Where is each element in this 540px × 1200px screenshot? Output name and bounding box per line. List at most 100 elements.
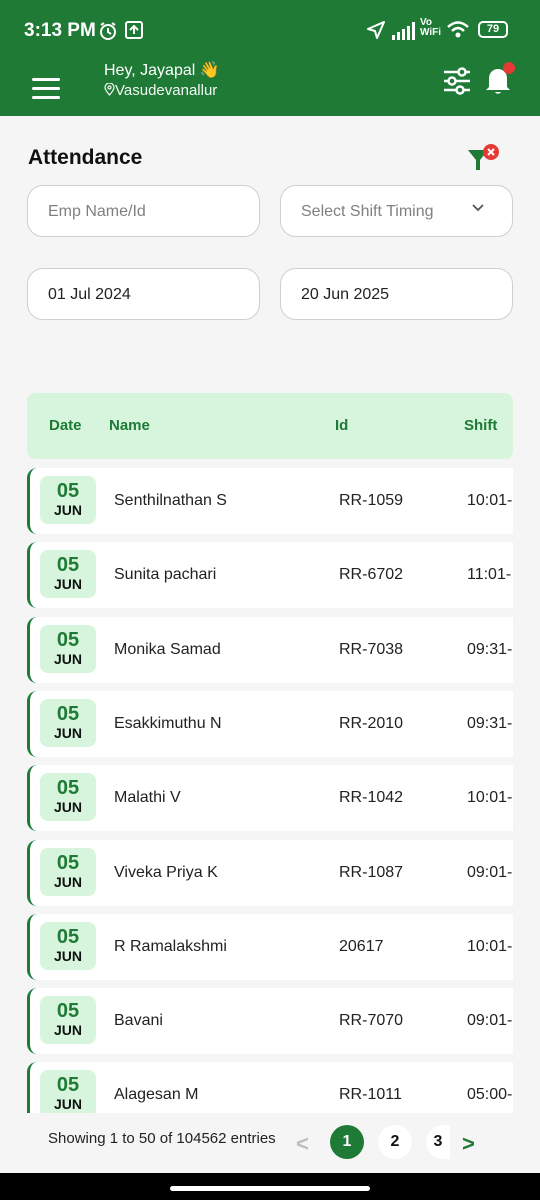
date-day: 05 — [56, 851, 80, 874]
date-month: JUN — [53, 799, 82, 816]
employee-name: Bavani — [114, 1012, 163, 1030]
date-day: 05 — [56, 554, 80, 577]
greeting-text: Hey, Jayapal 👋 — [104, 62, 220, 79]
header-id: Id — [335, 417, 349, 434]
status-bar: 3:13 PM Vo WiFi 79 — [0, 0, 540, 60]
shift-time: 09:01- — [467, 863, 513, 881]
to-date-field[interactable]: 20 Jun 2025 — [280, 268, 513, 320]
date-month: JUN — [53, 724, 82, 741]
date-month: JUN — [53, 502, 82, 518]
employee-name: Esakkimuthu N — [114, 714, 222, 732]
employee-id: RR-7070 — [339, 1012, 404, 1030]
attendance-list[interactable]: 05 JUN Senthilnathan S RR-1059 10:01- 05 JUN Su… — [0, 440, 513, 1113]
shift-time: 10:01- — [467, 492, 513, 509]
table-row[interactable]: 05 JUN Viveka Priya K RR-1087 09:01- — [27, 839, 513, 906]
pagination-footer: Showing 1 to 50 of 104562 entries < 1 2 … — [0, 1113, 540, 1173]
employee-id: RR-1042 — [339, 789, 404, 807]
table-row[interactable]: 05 JUN Esakkimuthu N RR-2010 09:31- — [27, 690, 513, 757]
employee-id: RR-7038 — [339, 640, 404, 658]
date-badge: 05 JUN — [40, 476, 96, 524]
date-badge: 05 JUN — [40, 996, 96, 1045]
emp-search-placeholder: Emp Name/Id — [48, 203, 146, 220]
date-day: 05 — [56, 480, 80, 502]
header-name: Name — [109, 417, 150, 434]
location-name: Vasudevanallur — [115, 82, 218, 99]
shift-time: 10:01- — [467, 937, 513, 955]
shift-time: 05:00- — [467, 1086, 513, 1104]
shift-timing-placeholder: Select Shift Timing — [301, 203, 434, 220]
app-bar: Hey, Jayapal 👋 Vasudevanallur — [0, 60, 540, 116]
from-date-value: 01 Jul 2024 — [48, 286, 131, 303]
chevron-down-icon — [472, 204, 484, 212]
battery-level: 79 — [486, 23, 500, 35]
date-day: 05 — [56, 628, 80, 651]
table-row[interactable]: 05 JUN R Ramalakshmi 20617 10:01- — [27, 913, 513, 980]
shift-time: 09:01- — [467, 1012, 513, 1030]
next-page-button[interactable]: > — [462, 1131, 475, 1157]
shift-time: 10:01- — [467, 789, 513, 807]
date-badge: 05 JUN — [40, 921, 96, 970]
date-month: JUN — [53, 1096, 82, 1113]
signal-icon — [392, 22, 415, 40]
page-title: Attendance — [28, 146, 143, 169]
date-badge: 05 JUN — [40, 773, 96, 822]
wifi-icon — [447, 21, 469, 38]
prev-page-button[interactable]: < — [296, 1131, 309, 1157]
filter-settings-icon[interactable] — [440, 64, 474, 98]
table-row[interactable]: 05 JUN Monika Samad RR-7038 09:31- — [27, 616, 513, 683]
from-date-field[interactable]: 01 Jul 2024 — [27, 268, 260, 320]
entries-summary: Showing 1 to 50 of 104562 entries — [48, 1130, 276, 1147]
employee-name: Malathi V — [114, 789, 181, 807]
vowifi-bottom: WiFi — [420, 27, 442, 38]
date-month: JUN — [53, 947, 82, 964]
clear-filter-icon[interactable] — [466, 142, 502, 174]
shift-time: 09:31- — [467, 640, 513, 658]
alarm-icon — [100, 22, 116, 40]
header-shift: Shift — [464, 417, 498, 434]
table-row[interactable]: 05 JUN Alagesan M RR-1011 05:00- — [27, 1062, 513, 1113]
employee-name: Viveka Priya K — [114, 863, 218, 881]
page-button-1[interactable]: 1 — [330, 1125, 364, 1159]
date-day: 05 — [56, 925, 80, 948]
date-badge: 05 JUN — [40, 698, 96, 747]
date-month: JUN — [53, 873, 82, 890]
employee-name: Sunita pachari — [114, 566, 217, 584]
employee-name: Monika Samad — [114, 640, 221, 658]
date-day: 05 — [56, 777, 80, 800]
shift-time: 09:31- — [467, 714, 513, 732]
date-month: JUN — [53, 576, 82, 593]
page-button-2[interactable]: 2 — [378, 1125, 412, 1159]
table-row[interactable]: 05 JUN Malathi V RR-1042 10:01- — [27, 765, 513, 832]
battery-icon: 79 — [478, 21, 508, 38]
employee-name: Alagesan M — [114, 1086, 199, 1104]
home-gesture-handle[interactable] — [170, 1186, 370, 1191]
employee-id: RR-1059 — [339, 492, 404, 509]
shift-timing-select[interactable]: Select Shift Timing — [280, 185, 513, 237]
table-row[interactable]: 05 JUN Senthilnathan S RR-1059 10:01- — [27, 468, 513, 534]
date-month: JUN — [53, 1022, 82, 1039]
location-arrow-icon — [367, 21, 385, 39]
table-row[interactable]: 05 JUN Bavani RR-7070 09:01- — [27, 988, 513, 1055]
date-badge: 05 JUN — [40, 550, 96, 599]
date-day: 05 — [56, 1074, 80, 1097]
location-text: Vasudevanallur — [104, 82, 217, 99]
date-day: 05 — [56, 702, 80, 725]
date-badge: 05 JUN — [40, 624, 96, 673]
page-button-3[interactable]: 3 — [426, 1125, 450, 1159]
employee-id: RR-1087 — [339, 863, 404, 881]
date-badge: 05 JUN — [40, 847, 96, 896]
emp-search-input[interactable]: Emp Name/Id — [27, 185, 260, 237]
employee-id: RR-1011 — [339, 1086, 402, 1104]
employee-id: RR-6702 — [339, 566, 404, 584]
header-date: Date — [49, 417, 82, 434]
date-badge: 05 JUN — [40, 1070, 96, 1113]
upload-notification-icon — [125, 21, 143, 39]
location-pin-icon — [104, 82, 115, 96]
to-date-value: 20 Jun 2025 — [301, 286, 390, 303]
shift-time: 11:01- — [467, 566, 512, 584]
employee-name: Senthilnathan S — [114, 492, 227, 509]
notification-bell-icon[interactable] — [482, 62, 516, 98]
table-row[interactable]: 05 JUN Sunita pachari RR-6702 11:01- — [27, 542, 513, 609]
system-nav-bar — [0, 1173, 540, 1200]
menu-button[interactable] — [32, 78, 60, 100]
